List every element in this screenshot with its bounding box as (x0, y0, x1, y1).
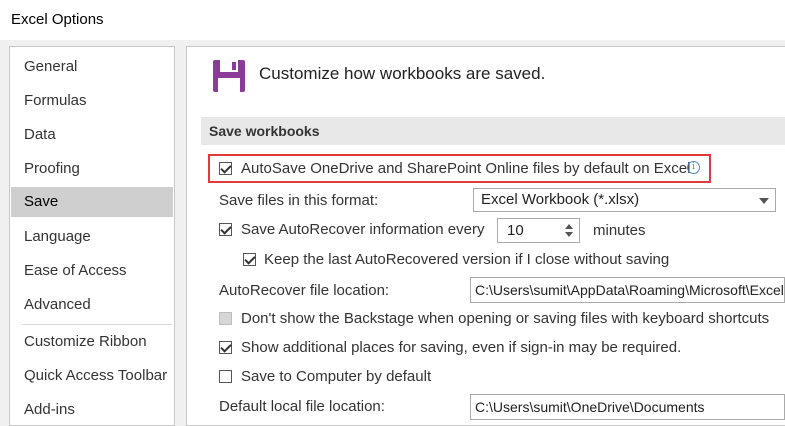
sidebar-item-customize-ribbon[interactable]: Customize Ribbon (11, 327, 173, 357)
default-location-input[interactable]: C:\Users\sumit\OneDrive\Documents (470, 394, 785, 420)
sidebar-item-quick-access-toolbar[interactable]: Quick Access Toolbar (11, 361, 173, 391)
sidebar-item-language[interactable]: Language (11, 222, 173, 252)
spin-down-icon[interactable] (565, 232, 573, 237)
sidebar-item-data[interactable]: Data (11, 120, 173, 150)
save-to-computer-checkbox[interactable] (219, 370, 232, 383)
page-header: Customize how workbooks are saved. (259, 64, 546, 83)
keep-last-label: Keep the last AutoRecovered version if I… (264, 251, 670, 268)
minutes-label: minutes (593, 222, 646, 239)
save-format-value: Excel Workbook (*.xlsx) (481, 191, 640, 208)
sidebar-item-formulas[interactable]: Formulas (11, 86, 173, 116)
chevron-down-icon (759, 198, 769, 204)
sidebar-item-save[interactable]: Save (11, 187, 173, 217)
autorecover-location-label: AutoRecover file location: (219, 282, 390, 299)
sidebar-item-proofing[interactable]: Proofing (11, 154, 173, 184)
sidebar-item-general[interactable]: General (11, 52, 173, 82)
save-disk-icon (213, 60, 245, 92)
default-location-label: Default local file location: (219, 398, 385, 415)
sidebar-item-add-ins[interactable]: Add-ins (11, 395, 173, 425)
save-format-select[interactable]: Excel Workbook (*.xlsx) (473, 188, 776, 212)
autorecover-minutes-value: 10 (507, 222, 524, 239)
additional-places-label: Show additional places for saving, even … (241, 339, 682, 356)
backstage-label: Don't show the Backstage when opening or… (241, 310, 770, 327)
save-to-computer-label: Save to Computer by default (241, 368, 432, 385)
autosave-label: AutoSave OneDrive and SharePoint Online … (241, 160, 691, 177)
autosave-checkbox[interactable] (219, 162, 232, 175)
options-sidebar: General Formulas Data Proofing Save Lang… (9, 46, 175, 426)
format-label: Save files in this format: (219, 192, 379, 209)
spin-up-icon[interactable] (565, 224, 573, 229)
autorecover-minutes-stepper[interactable]: 10 (497, 218, 580, 243)
autorecover-checkbox[interactable] (219, 223, 232, 236)
info-icon[interactable]: i (687, 161, 700, 174)
window-title: Excel Options (11, 11, 104, 28)
backstage-checkbox[interactable] (219, 312, 232, 325)
title-bar: Excel Options (0, 0, 785, 40)
sidebar-divider (22, 324, 172, 325)
keep-last-checkbox[interactable] (243, 253, 256, 266)
autorecover-label: Save AutoRecover information every (241, 221, 485, 238)
sidebar-item-ease-of-access[interactable]: Ease of Access (11, 256, 173, 286)
sidebar-item-advanced[interactable]: Advanced (11, 290, 173, 320)
autorecover-location-input[interactable]: C:\Users\sumit\AppData\Roaming\Microsoft… (470, 277, 785, 303)
additional-places-checkbox[interactable] (219, 341, 232, 354)
section-title: Save workbooks (201, 117, 785, 145)
